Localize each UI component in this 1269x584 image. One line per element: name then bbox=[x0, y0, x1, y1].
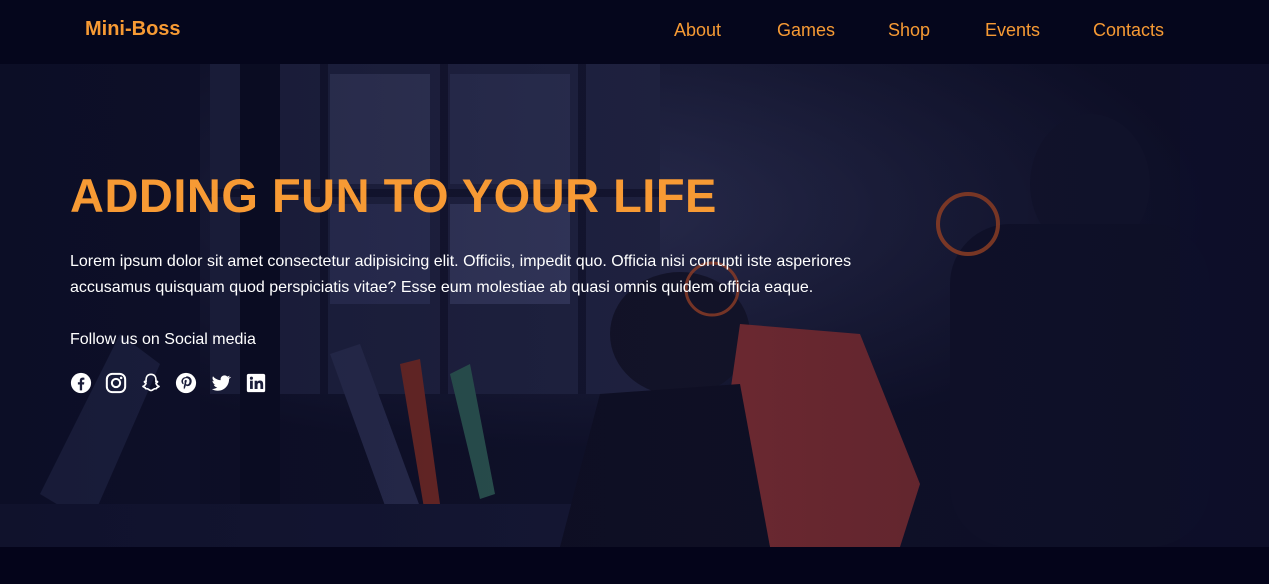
pinterest-icon[interactable] bbox=[175, 372, 197, 394]
linkedin-icon[interactable] bbox=[245, 372, 267, 394]
nav-link-events[interactable]: Events bbox=[985, 20, 1040, 41]
social-links bbox=[70, 372, 267, 394]
hero-description: Lorem ipsum dolor sit amet consectetur a… bbox=[70, 253, 852, 296]
nav-link-contacts[interactable]: Contacts bbox=[1093, 20, 1164, 41]
hero-title: ADDING FUN TO YOUR LIFE bbox=[70, 169, 717, 222]
hero-section: ADDING FUN TO YOUR LIFE Lorem ipsum dolo… bbox=[0, 64, 1269, 547]
instagram-icon[interactable] bbox=[105, 372, 127, 394]
bottom-bar bbox=[0, 547, 1269, 584]
nav-link-games[interactable]: Games bbox=[777, 20, 835, 41]
follow-label: Follow us on Social media bbox=[70, 331, 256, 348]
brand-logo-link[interactable]: Mini-Boss bbox=[85, 18, 181, 41]
navbar: Mini-Boss About Games Shop Events Contac… bbox=[0, 0, 1269, 64]
facebook-icon[interactable] bbox=[70, 372, 92, 394]
nav-link-about[interactable]: About bbox=[674, 20, 721, 41]
hero-overlay bbox=[0, 64, 1269, 547]
twitter-icon[interactable] bbox=[210, 372, 232, 394]
snapchat-icon[interactable] bbox=[140, 372, 162, 394]
nav-link-shop[interactable]: Shop bbox=[888, 20, 930, 41]
